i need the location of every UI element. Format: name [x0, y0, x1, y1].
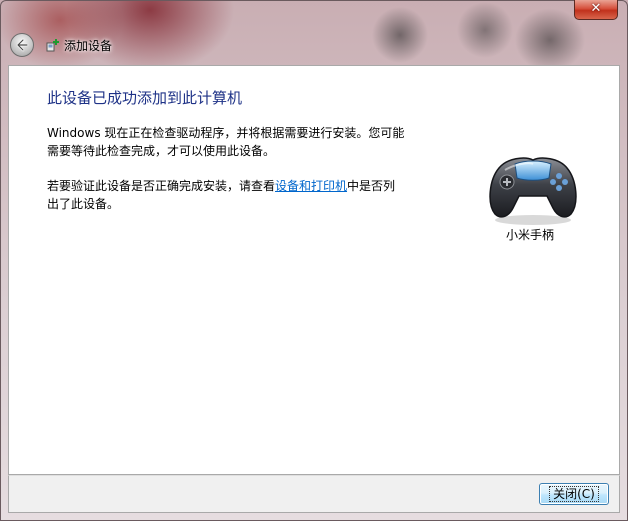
back-button[interactable] [10, 33, 34, 57]
close-button[interactable]: 关闭(C) [539, 483, 609, 505]
close-icon: ✕ [590, 1, 602, 16]
close-button-label: 关闭(C) [549, 486, 599, 502]
verify-text-before: 若要验证此设备是否正确完成安装，请查看 [47, 179, 276, 193]
device-name: 小米手柄 [505, 228, 554, 242]
page-heading: 此设备已成功添加到此计算机 [47, 89, 243, 107]
content-area: 此设备已成功添加到此计算机 Windows 现在正在检查驱动程序，并将根据需要进… [8, 65, 620, 475]
devices-printers-link[interactable]: 设备和打印机 [275, 179, 347, 193]
verify-text: 若要验证此设备是否正确完成安装，请查看设备和打印机中是否列出了此设备。 [47, 177, 407, 213]
driver-check-text: Windows 现在正在检查驱动程序，并将根据需要进行安装。您可能需要等待此检查… [47, 126, 405, 158]
back-arrow-icon [16, 38, 29, 52]
dialog-footer: 关闭(C) [8, 475, 620, 513]
window-close-button[interactable]: ✕ [574, 0, 618, 20]
window-title: 添加设备 [64, 39, 113, 53]
add-device-icon [46, 39, 59, 52]
gamepad-icon [489, 157, 577, 225]
